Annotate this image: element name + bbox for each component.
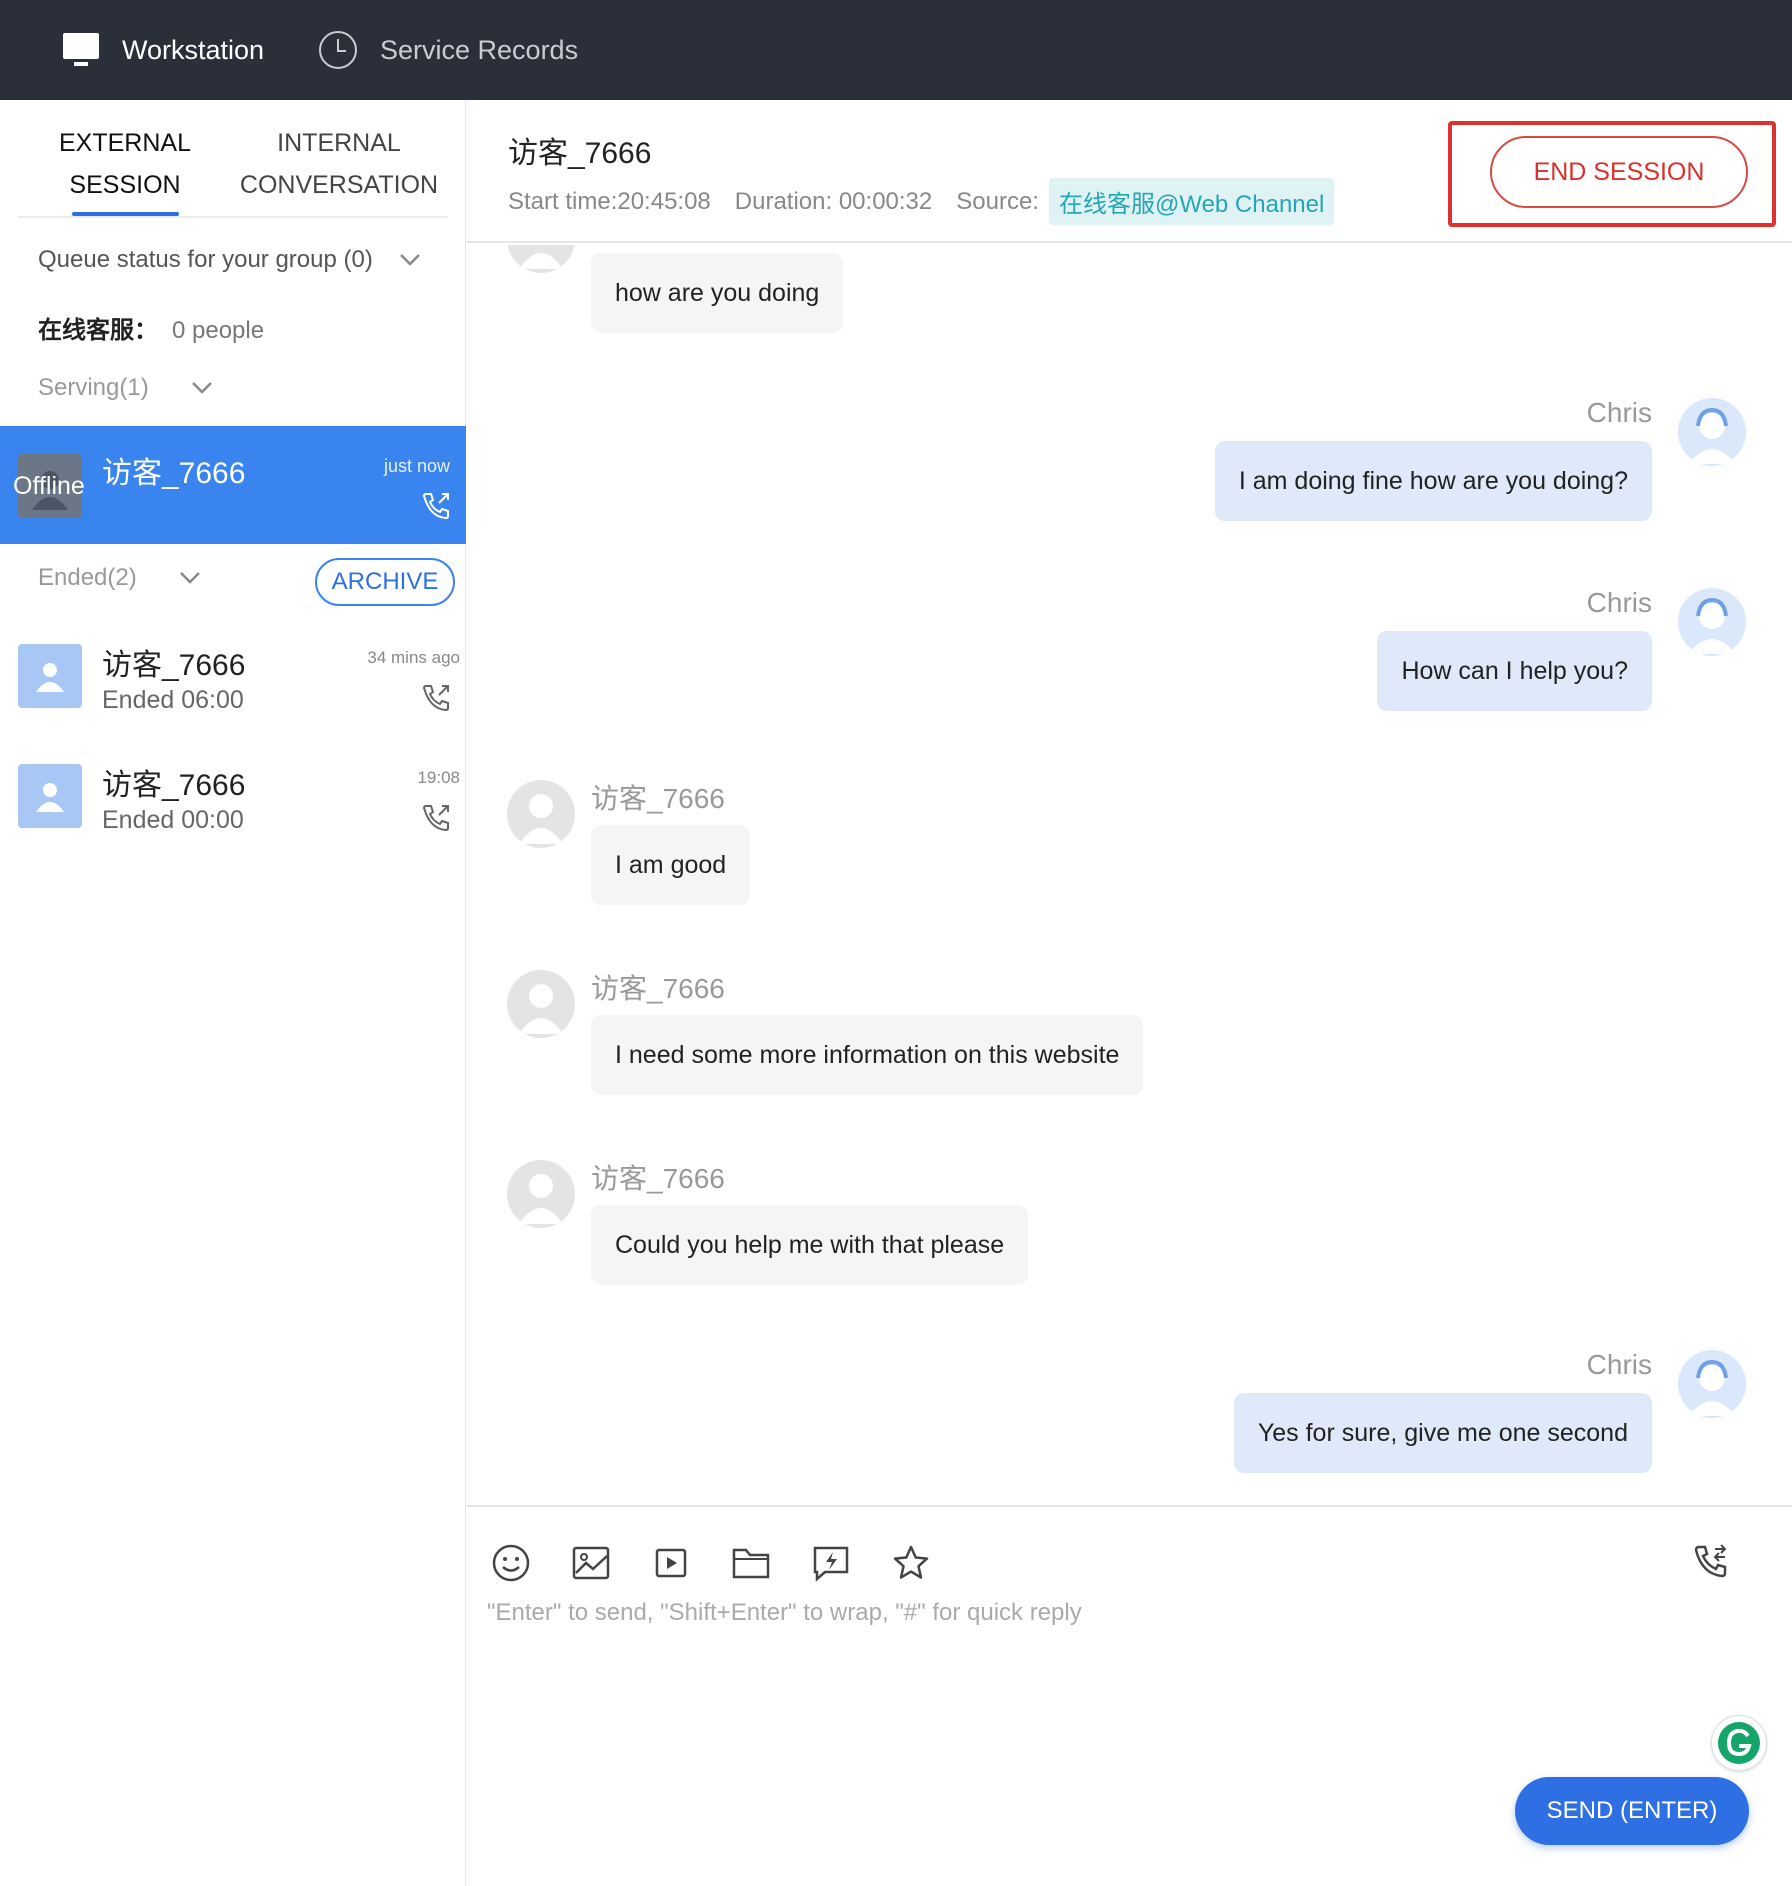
ended-session-item[interactable]: 访客_7666 Ended 06:00 34 mins ago — [0, 630, 466, 740]
session-name: 访客_7666 — [102, 649, 246, 682]
agent-avatar — [1678, 1350, 1746, 1418]
session-ended-duration: Ended 06:00 — [102, 686, 244, 714]
start-time: Start time:20:45:08 — [508, 187, 711, 215]
queue-status-toggle[interactable]: Queue status for your group (0) — [38, 246, 421, 274]
avatar — [18, 644, 82, 708]
duration: Duration: 00:00:32 — [734, 187, 933, 215]
archive-button[interactable]: ARCHIVE — [315, 558, 455, 606]
tab-internal-line1: INTERNAL — [277, 129, 401, 157]
chevron-down-icon — [179, 564, 201, 592]
message-bubble: how are you doing — [591, 253, 844, 333]
session-time: just now — [383, 456, 450, 476]
offline-status-label: Offline — [13, 472, 85, 500]
tab-divider — [18, 216, 448, 218]
monitor-icon — [62, 32, 100, 68]
message-bubble: I am good — [591, 825, 751, 905]
message-sender: 访客_7666 — [591, 783, 725, 814]
message-sender: Chris — [1586, 587, 1652, 618]
message-bubble: Yes for sure, give me one second — [1233, 1393, 1652, 1473]
agent-avatar — [1678, 398, 1746, 466]
session-name: 访客_7666 — [102, 769, 246, 802]
agent-avatar — [1678, 588, 1746, 656]
session-ended-duration: Ended 00:00 — [102, 806, 244, 834]
tab-external-line1: EXTERNAL — [59, 129, 191, 157]
queue-status-label: Queue status for your group (0) — [38, 246, 373, 273]
message-sender: 访客_7666 — [591, 973, 725, 1004]
tab-external-line2: SESSION — [69, 171, 181, 199]
chat-messages: how are you doing Chris I am doing fine … — [467, 245, 1792, 1505]
quick-reply-icon[interactable] — [809, 1541, 853, 1585]
session-name: 访客_7666 — [102, 457, 246, 490]
message-bubble: I need some more information on this web… — [591, 1015, 1144, 1095]
end-session-button[interactable]: END SESSION — [1490, 136, 1748, 208]
tab-external-session[interactable]: EXTERNAL SESSION — [40, 122, 210, 206]
nav-service-records[interactable]: Service Records — [318, 0, 578, 100]
message-bubble: I am doing fine how are you doing? — [1214, 441, 1652, 521]
clock-icon — [318, 30, 358, 70]
visitor-avatar — [507, 245, 575, 273]
top-nav-bar: Workstation Service Records — [0, 0, 1792, 100]
chevron-down-icon — [399, 246, 421, 274]
message-sender: Chris — [1586, 1349, 1652, 1380]
message-bubble: Could you help me with that please — [591, 1205, 1029, 1285]
visitor-avatar — [507, 780, 575, 848]
active-session-item[interactable]: Offline 访客_7666 just now — [0, 426, 466, 544]
video-icon[interactable] — [649, 1541, 693, 1585]
tab-internal-line2: CONVERSATION — [239, 171, 439, 199]
session-time: 19:08 — [417, 768, 460, 787]
grammarly-icon[interactable] — [1711, 1715, 1767, 1771]
chevron-down-icon — [191, 374, 213, 402]
session-sidebar: EXTERNAL SESSION INTERNAL CONVERSATION Q… — [0, 100, 466, 1886]
message-composer: "Enter" to send, "Shift+Enter" to wrap, … — [467, 1505, 1792, 1886]
composer-placeholder[interactable]: "Enter" to send, "Shift+Enter" to wrap, … — [487, 1599, 1082, 1627]
emoji-icon[interactable] — [489, 1541, 533, 1585]
session-time: 34 mins ago — [367, 648, 460, 667]
session-meta: Start time:20:45:08 Duration: 00:00:32 S… — [508, 178, 1358, 225]
online-people-count: 0 people — [172, 317, 265, 344]
source-tag: 在线客服@Web Channel — [1048, 178, 1335, 225]
send-button[interactable]: SEND (ENTER) — [1515, 1777, 1749, 1845]
message-bubble: How can I help you? — [1377, 631, 1652, 711]
nav-service-records-label: Service Records — [380, 34, 579, 65]
phone-callback-icon[interactable] — [420, 490, 452, 527]
phone-callback-icon[interactable] — [420, 802, 452, 839]
tab-internal-conversation[interactable]: INTERNAL CONVERSATION — [230, 122, 448, 206]
phone-transfer-icon[interactable] — [1691, 1541, 1731, 1586]
visitor-avatar — [507, 1160, 575, 1228]
serving-label: Serving(1) — [38, 374, 149, 401]
folder-icon[interactable] — [729, 1541, 773, 1585]
nav-workstation[interactable]: Workstation — [62, 0, 264, 100]
visitor-avatar — [507, 970, 575, 1038]
ended-label: Ended(2) — [38, 564, 137, 591]
serving-section-toggle[interactable]: Serving(1) — [38, 374, 213, 402]
avatar — [18, 764, 82, 828]
page-title: 访客_7666 — [508, 137, 652, 170]
source-label: Source: — [956, 187, 1039, 215]
star-icon[interactable] — [889, 1541, 933, 1585]
nav-workstation-label: Workstation — [122, 34, 265, 65]
phone-callback-icon[interactable] — [420, 682, 452, 719]
online-group-count: 在线客服： 0 people — [38, 310, 264, 345]
message-sender: Chris — [1586, 397, 1652, 428]
ended-session-item[interactable]: 访客_7666 Ended 00:00 19:08 — [0, 750, 466, 860]
ended-section-toggle[interactable]: Ended(2) — [38, 564, 201, 592]
image-icon[interactable] — [569, 1541, 613, 1585]
online-group-name: 在线客服： — [38, 317, 158, 344]
message-sender: 访客_7666 — [591, 1163, 725, 1194]
